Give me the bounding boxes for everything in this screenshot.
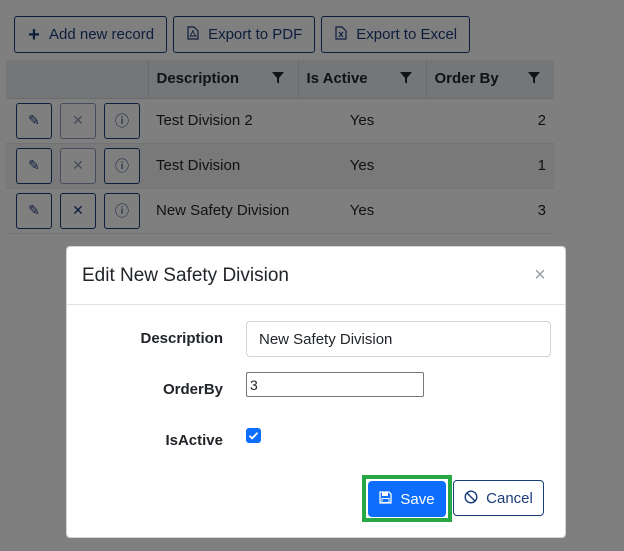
cancel-button[interactable]: Cancel: [453, 480, 544, 516]
modal-header: Edit New Safety Division ×: [67, 247, 565, 305]
orderby-input[interactable]: 3: [246, 372, 424, 397]
cancel-label: Cancel: [486, 489, 533, 507]
edit-modal: Edit New Safety Division × Description N…: [66, 246, 566, 538]
modal-title: Edit New Safety Division: [82, 264, 289, 286]
isactive-label: IsActive: [165, 432, 223, 449]
ban-icon: [464, 489, 478, 507]
save-label: Save: [400, 490, 435, 508]
close-icon[interactable]: ×: [530, 264, 550, 287]
check-icon: [248, 432, 259, 440]
orderby-label: OrderBy: [162, 381, 223, 398]
description-label: Description: [140, 330, 223, 347]
description-input[interactable]: New Safety Division: [246, 321, 551, 357]
isactive-checkbox[interactable]: [246, 428, 261, 443]
save-button[interactable]: Save: [368, 481, 446, 517]
floppy-disk-icon: [379, 491, 393, 507]
